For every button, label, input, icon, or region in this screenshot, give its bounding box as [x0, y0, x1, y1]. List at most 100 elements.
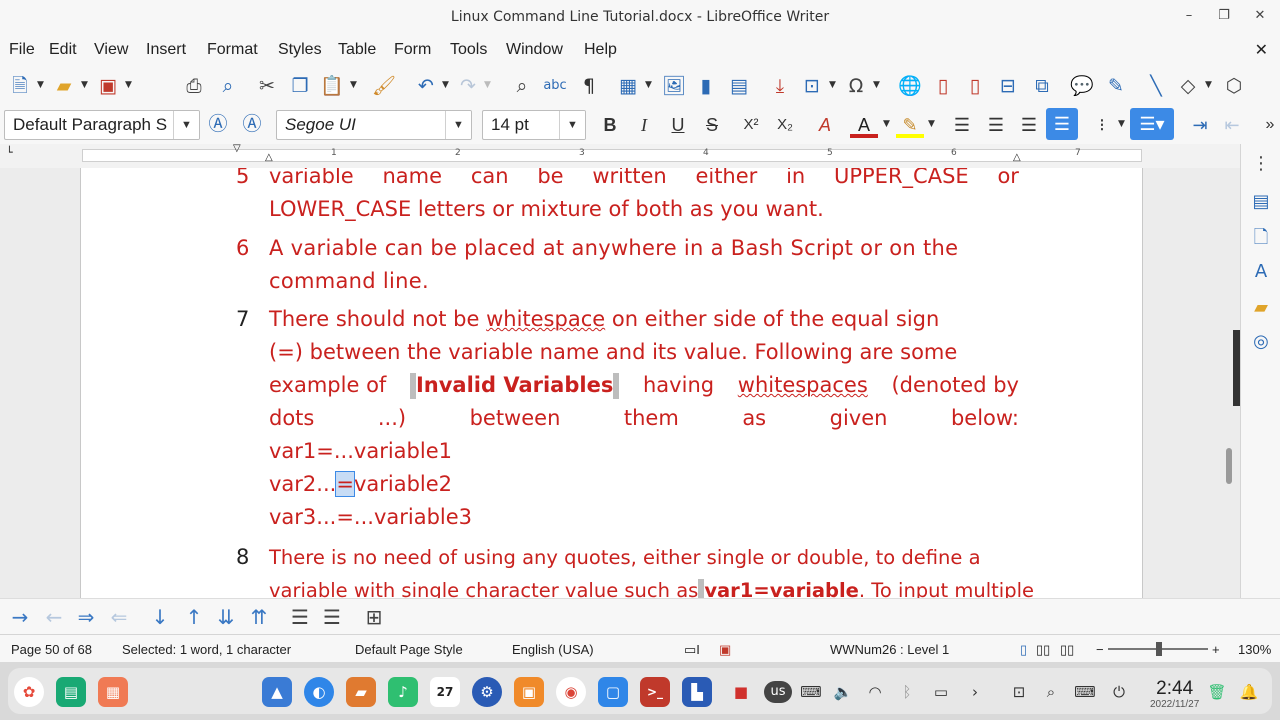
- font-size-combo[interactable]: 14 pt ▼: [482, 110, 586, 140]
- close-document-button[interactable]: ✕: [1255, 40, 1268, 59]
- bluetooth-icon[interactable]: ᛒ: [896, 681, 918, 703]
- formatting-marks-icon[interactable]: ¶: [577, 74, 601, 98]
- paste-dropdown-arrow[interactable]: ▼: [350, 80, 357, 90]
- menu-styles[interactable]: Styles: [278, 41, 322, 59]
- menu-table[interactable]: Table: [338, 41, 376, 59]
- cross-reference-icon[interactable]: ⧉: [1030, 74, 1054, 98]
- screen-recorder-icon[interactable]: ■: [730, 681, 752, 703]
- settings-icon[interactable]: ⚙: [472, 677, 502, 707]
- bullet-list-icon[interactable]: ⁝: [1088, 112, 1116, 138]
- language[interactable]: English (USA): [512, 642, 594, 657]
- print-icon[interactable]: ⎙: [182, 74, 206, 98]
- bullets-numbering-dialog-icon[interactable]: ⊞: [362, 605, 386, 629]
- clear-formatting-button[interactable]: A: [811, 112, 839, 138]
- trash-icon[interactable]: 🗑: [1206, 681, 1228, 703]
- menu-file[interactable]: File: [9, 41, 35, 59]
- superscript-button[interactable]: X²: [737, 112, 765, 138]
- basic-shapes-icon[interactable]: ◇: [1176, 74, 1200, 98]
- menu-window[interactable]: Window: [506, 41, 563, 59]
- store-icon[interactable]: ▣: [514, 677, 544, 707]
- search-icon[interactable]: ⌕: [1040, 681, 1062, 703]
- page-number[interactable]: Page 50 of 68: [11, 642, 92, 657]
- numbered-list-icon[interactable]: ☰▾: [1130, 108, 1174, 140]
- sidebar-collapse-handle[interactable]: [1233, 330, 1240, 406]
- update-style-icon[interactable]: Ⓐ: [206, 112, 230, 136]
- music-icon[interactable]: ♪: [388, 677, 418, 707]
- print-preview-icon[interactable]: ⌕: [216, 74, 240, 98]
- strikethrough-button[interactable]: S: [698, 112, 726, 138]
- book-view-icon[interactable]: ▯▯: [1060, 642, 1074, 658]
- browser-icon[interactable]: ◐: [304, 677, 334, 707]
- properties-icon[interactable]: ▤: [1249, 190, 1273, 214]
- power-icon[interactable]: ⏻: [1108, 681, 1130, 703]
- bookmark-icon[interactable]: ⊟: [996, 74, 1020, 98]
- list-item-7[interactable]: There should not be whitespace on either…: [269, 303, 1019, 534]
- screenshot-icon[interactable]: ⊡: [1008, 681, 1030, 703]
- document-modified-icon[interactable]: ▣: [719, 642, 731, 658]
- app-store-icon[interactable]: ▲: [262, 677, 292, 707]
- sidebar-menu-icon[interactable]: ⋮: [1249, 152, 1273, 176]
- keyboard-icon[interactable]: ⌨: [800, 681, 822, 703]
- menu-insert[interactable]: Insert: [146, 41, 186, 59]
- new-document-icon[interactable]: 🗎: [8, 74, 32, 98]
- draw-functions-icon[interactable]: ⬡: [1222, 74, 1246, 98]
- on-screen-keyboard-icon[interactable]: ⌨: [1074, 681, 1096, 703]
- comment-icon[interactable]: 💬: [1070, 74, 1094, 98]
- selected-text[interactable]: =: [335, 471, 355, 497]
- tab-stop-icon[interactable]: └: [6, 146, 13, 159]
- shapes-dropdown-arrow[interactable]: ▼: [1205, 80, 1212, 90]
- spellcheck-icon[interactable]: abc: [543, 74, 567, 98]
- zoom-slider-handle[interactable]: [1156, 642, 1162, 656]
- demote-item-icon[interactable]: →: [8, 605, 32, 629]
- align-right-icon[interactable]: ☰: [1015, 112, 1043, 138]
- expand-tray-icon[interactable]: ›: [964, 681, 986, 703]
- chevron-down-icon[interactable]: ▼: [559, 111, 585, 139]
- minimize-button[interactable]: –: [1178, 8, 1200, 28]
- new-dropdown-arrow[interactable]: ▼: [37, 80, 44, 90]
- chevron-down-icon[interactable]: ▼: [173, 111, 199, 139]
- font-color-dropdown-arrow[interactable]: ▼: [883, 119, 890, 129]
- font-name-combo[interactable]: Segoe UI ▼: [276, 110, 472, 140]
- cut-icon[interactable]: ✂: [255, 74, 279, 98]
- page-style[interactable]: Default Page Style: [355, 642, 463, 657]
- insert-mode-icon[interactable]: ▭I: [684, 642, 700, 658]
- special-char-dropdown-arrow[interactable]: ▼: [873, 80, 880, 90]
- align-left-icon[interactable]: ☰: [948, 112, 976, 138]
- demote-with-subpoints-icon[interactable]: ⇒: [74, 605, 98, 629]
- special-character-icon[interactable]: Ω: [844, 74, 868, 98]
- file-manager-icon[interactable]: ▢: [598, 677, 628, 707]
- bold-button[interactable]: B: [596, 112, 624, 138]
- misspelled-word[interactable]: whitespaces: [738, 369, 868, 402]
- insert-unnumbered-entry-icon[interactable]: ☰: [288, 605, 312, 629]
- zoom-out-button[interactable]: −: [1096, 642, 1104, 657]
- multitask-view-icon[interactable]: ▤: [56, 677, 86, 707]
- battery-icon[interactable]: ▭: [930, 681, 952, 703]
- chevron-down-icon[interactable]: ▼: [445, 111, 471, 139]
- restart-numbering-icon[interactable]: ☰: [320, 605, 344, 629]
- zoom-in-button[interactable]: +: [1212, 642, 1220, 657]
- subscript-button[interactable]: X₂: [771, 112, 799, 138]
- insert-image-icon[interactable]: 🖼: [662, 74, 686, 98]
- right-indent-marker[interactable]: △: [1013, 152, 1021, 163]
- clone-formatting-icon[interactable]: 🖌: [372, 74, 396, 98]
- launcher-icon[interactable]: ✿: [14, 677, 44, 707]
- image-viewer-icon[interactable]: ▰: [346, 677, 376, 707]
- save-icon[interactable]: ▣: [96, 74, 120, 98]
- list-item-6[interactable]: A variable can be placed at anywhere in …: [269, 232, 1019, 298]
- table-dropdown-arrow[interactable]: ▼: [645, 80, 652, 90]
- find-replace-icon[interactable]: ⌕: [510, 74, 534, 98]
- left-indent-marker[interactable]: △: [265, 152, 273, 163]
- align-center-icon[interactable]: ☰: [982, 112, 1010, 138]
- more-options-icon[interactable]: »: [1256, 112, 1280, 138]
- clock[interactable]: 2:44 2022/11/27: [1150, 679, 1199, 711]
- increase-indent-icon[interactable]: ⇥: [1186, 112, 1214, 138]
- insert-textbox-icon[interactable]: ▤: [727, 74, 751, 98]
- volume-icon[interactable]: 🔈: [832, 681, 854, 703]
- styles-icon[interactable]: A: [1249, 260, 1273, 284]
- undo-dropdown-arrow[interactable]: ▼: [442, 80, 449, 90]
- first-line-indent-marker[interactable]: ▽: [233, 143, 241, 154]
- field-dropdown-arrow[interactable]: ▼: [829, 80, 836, 90]
- undo-icon[interactable]: ↶: [414, 74, 438, 98]
- calendar-icon[interactable]: 27: [430, 677, 460, 707]
- justify-icon[interactable]: ☰: [1046, 108, 1078, 140]
